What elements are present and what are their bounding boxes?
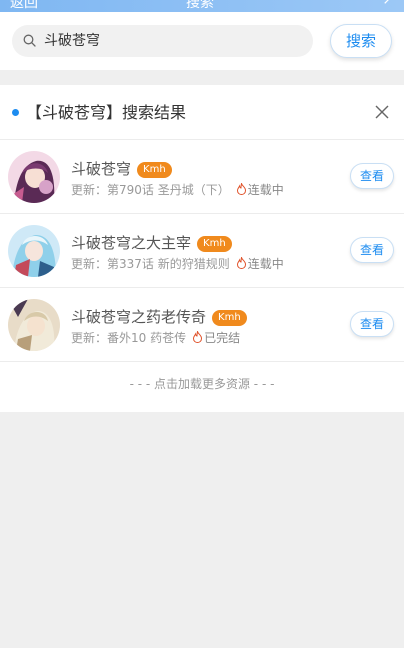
bullet-dot: [12, 109, 19, 116]
share-icon[interactable]: ↗: [382, 0, 394, 8]
source-badge: Kmh: [137, 162, 172, 178]
search-bar: 斗破苍穹 搜索: [0, 12, 404, 70]
result-item[interactable]: 斗破苍穹之药老传奇 Kmh 更新：番外10 药苍传 已完结 查看: [0, 288, 404, 362]
status-text: 已完结: [204, 331, 241, 345]
source-badge: Kmh: [212, 310, 247, 326]
nav-title: 搜索: [186, 0, 214, 11]
view-button[interactable]: 查看: [350, 311, 394, 337]
load-more-link[interactable]: - - - 点击加载更多资源 - - -: [0, 375, 404, 393]
results-title: 【斗破苍穹】搜索结果: [26, 103, 187, 122]
search-query: 斗破苍穹: [44, 33, 100, 49]
fire-icon: [236, 183, 246, 195]
search-input[interactable]: 斗破苍穹: [12, 25, 313, 57]
results-panel: 【斗破苍穹】搜索结果 斗破苍穹 Kmh 更新：第790话 圣丹城（下） 连载中 查看: [0, 85, 404, 412]
result-item[interactable]: 斗破苍穹之大主宰 Kmh 更新：第337话 新的狩猎规则 连载中 查看: [0, 214, 404, 288]
results-header: 【斗破苍穹】搜索结果: [0, 85, 404, 140]
result-item[interactable]: 斗破苍穹 Kmh 更新：第790话 圣丹城（下） 连载中 查看: [0, 140, 404, 214]
fire-icon: [236, 257, 246, 269]
top-nav-bar: 返回 搜索 ↗: [0, 0, 404, 12]
search-button[interactable]: 搜索: [330, 24, 392, 58]
comic-title: 斗破苍穹之大主宰: [71, 234, 192, 252]
comic-title: 斗破苍穹之药老传奇: [71, 308, 207, 326]
fire-icon: [193, 331, 203, 343]
back-button[interactable]: 返回: [10, 0, 38, 12]
view-button[interactable]: 查看: [350, 163, 394, 189]
comic-cover-avatar: [8, 151, 60, 203]
update-info: 更新：番外10 药苍传: [71, 331, 187, 345]
close-icon[interactable]: [374, 104, 390, 120]
status-text: 连载中: [247, 183, 284, 197]
update-info: 更新：第337话 新的狩猎规则: [71, 257, 230, 271]
view-button[interactable]: 查看: [350, 237, 394, 263]
comic-title: 斗破苍穹: [71, 160, 132, 178]
comic-cover-avatar: [8, 299, 60, 351]
source-badge: Kmh: [197, 236, 232, 252]
update-info: 更新：第790话 圣丹城（下）: [71, 183, 230, 197]
comic-cover-avatar: [8, 225, 60, 277]
search-icon: [23, 34, 36, 47]
status-text: 连载中: [247, 257, 284, 271]
